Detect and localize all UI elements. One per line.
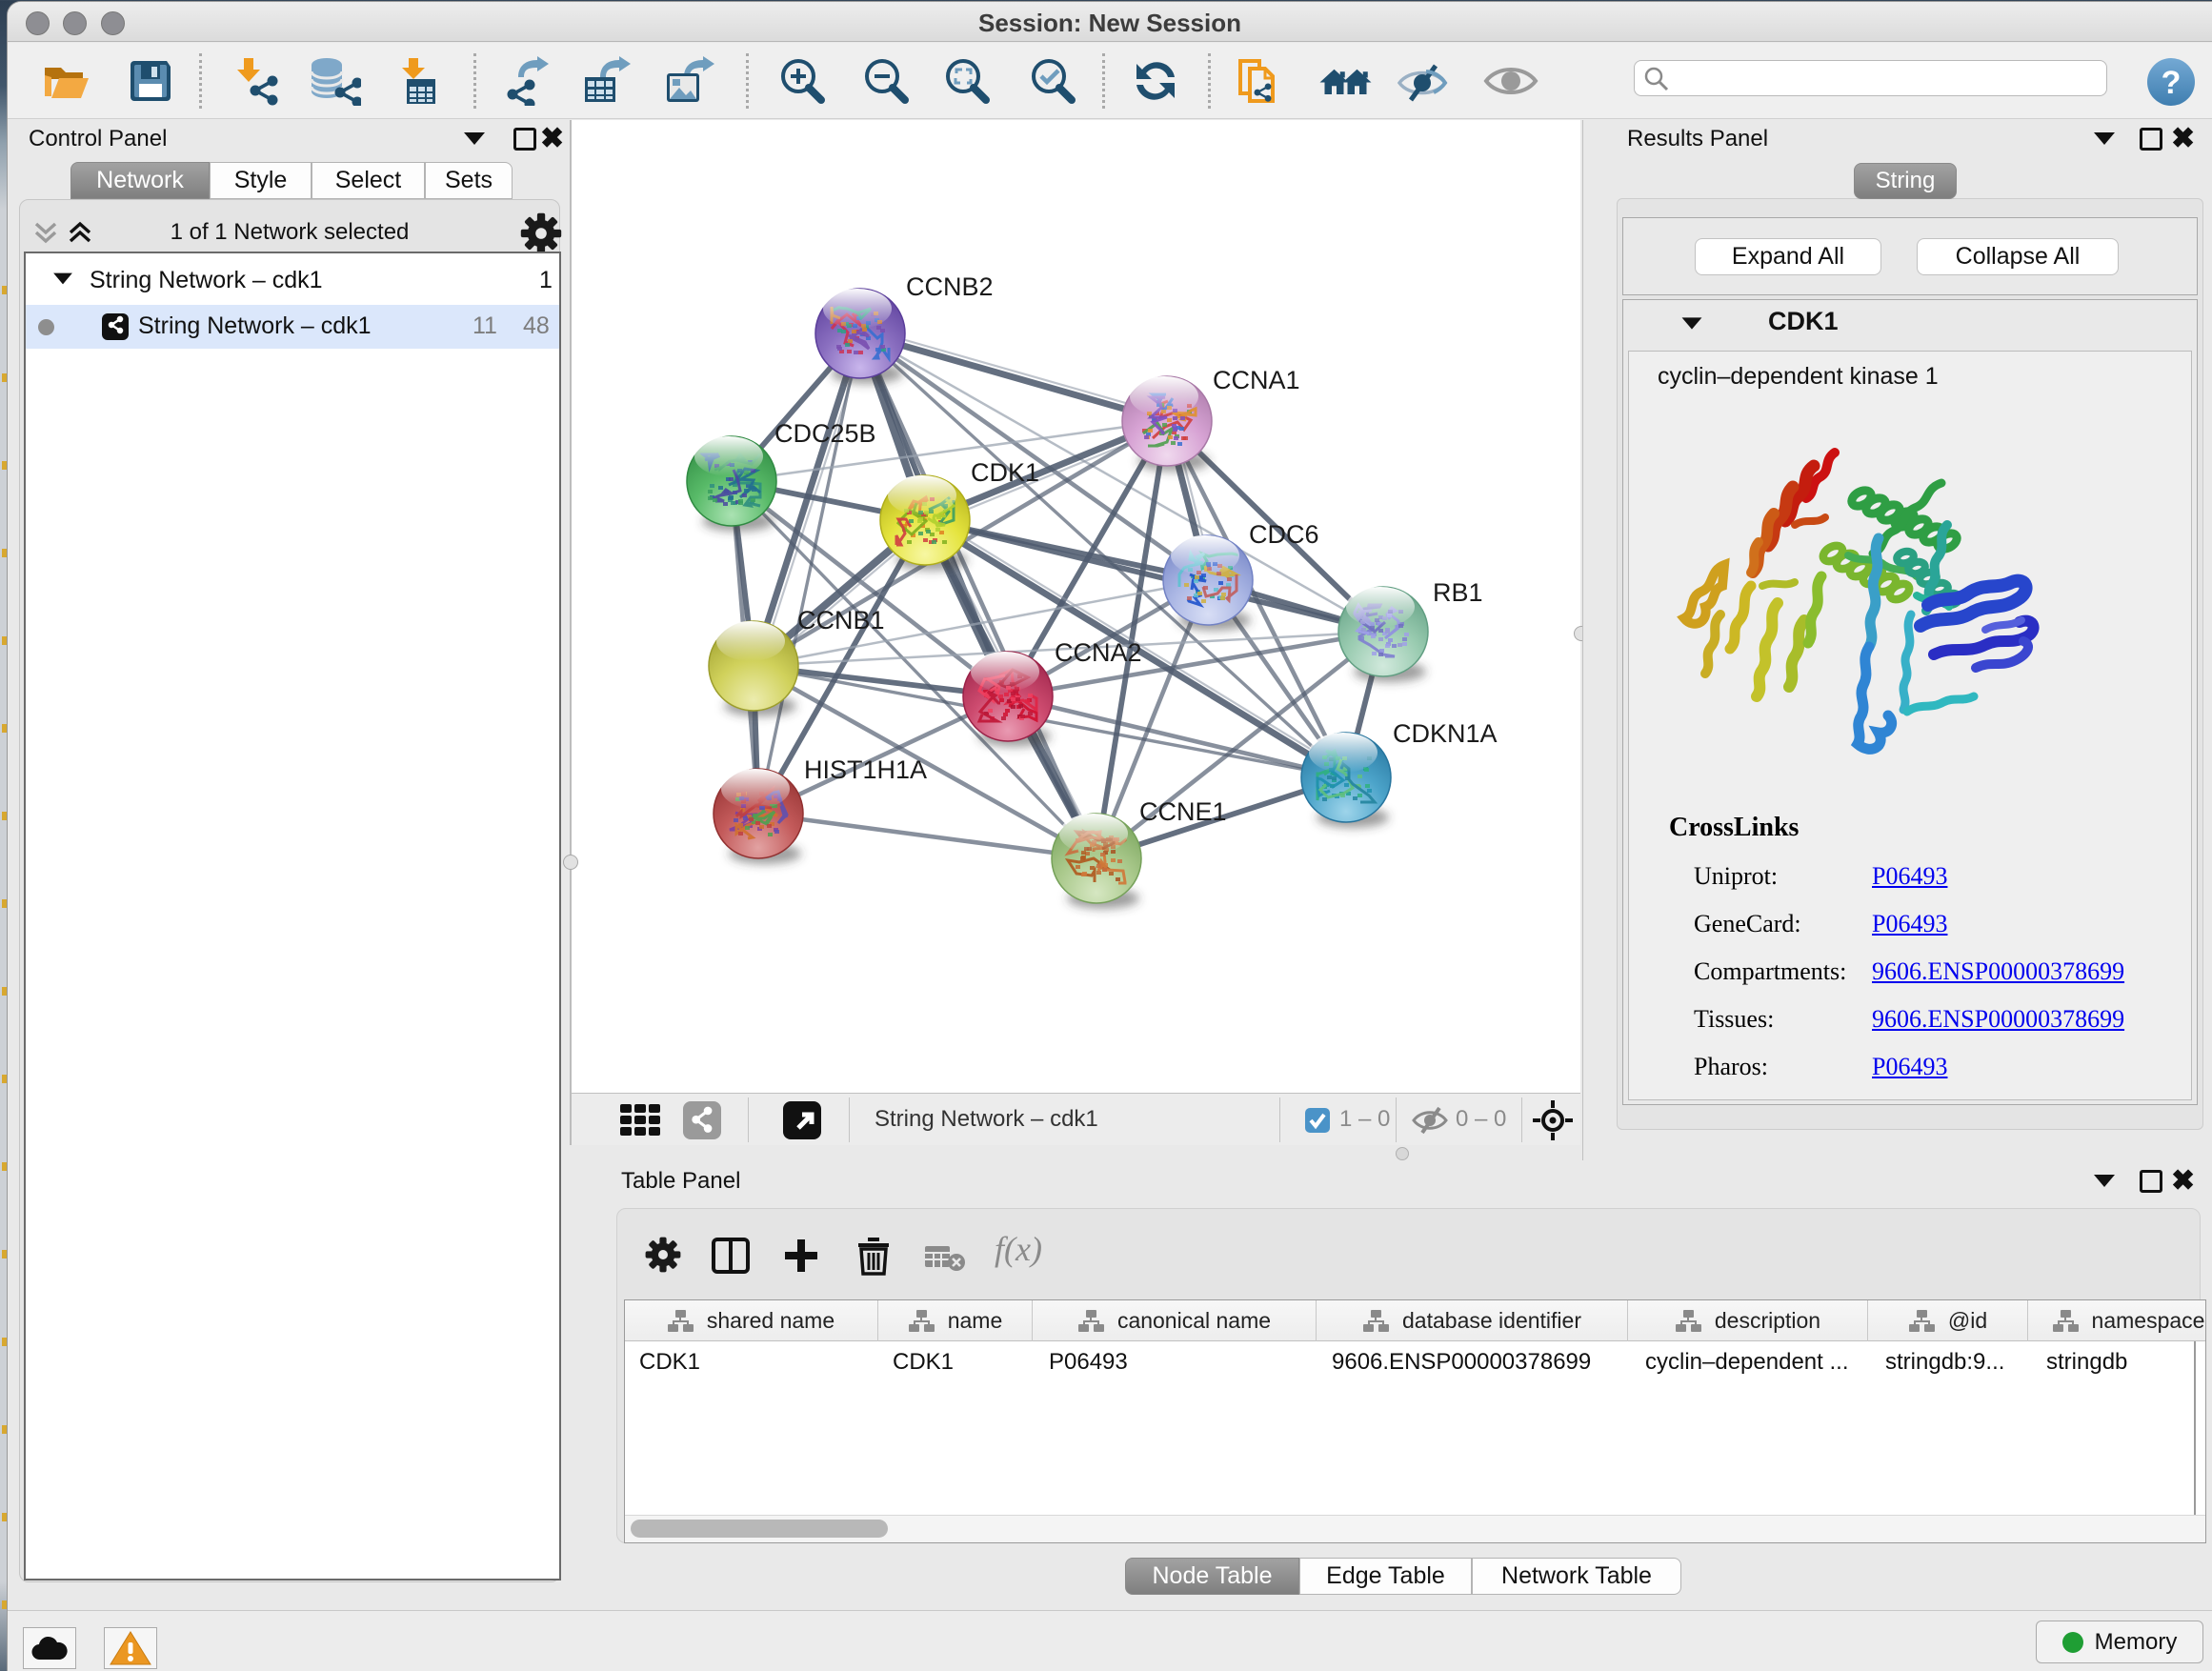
svg-text:CDKN1A: CDKN1A — [1393, 719, 1498, 748]
svg-text:CCNA1: CCNA1 — [1213, 366, 1300, 394]
svg-text:CDC6: CDC6 — [1249, 520, 1319, 549]
svg-text:HIST1H1A: HIST1H1A — [804, 755, 927, 784]
svg-text:CCNA2: CCNA2 — [1055, 638, 1142, 667]
svg-text:CCNB2: CCNB2 — [906, 272, 994, 301]
svg-text:CCNE1: CCNE1 — [1139, 797, 1227, 826]
svg-text:RB1: RB1 — [1433, 578, 1483, 607]
svg-text:CCNB1: CCNB1 — [797, 606, 885, 634]
svg-text:?: ? — [2162, 65, 2182, 101]
svg-text:CDC25B: CDC25B — [774, 419, 876, 448]
svg-text:CDK1: CDK1 — [971, 458, 1039, 487]
